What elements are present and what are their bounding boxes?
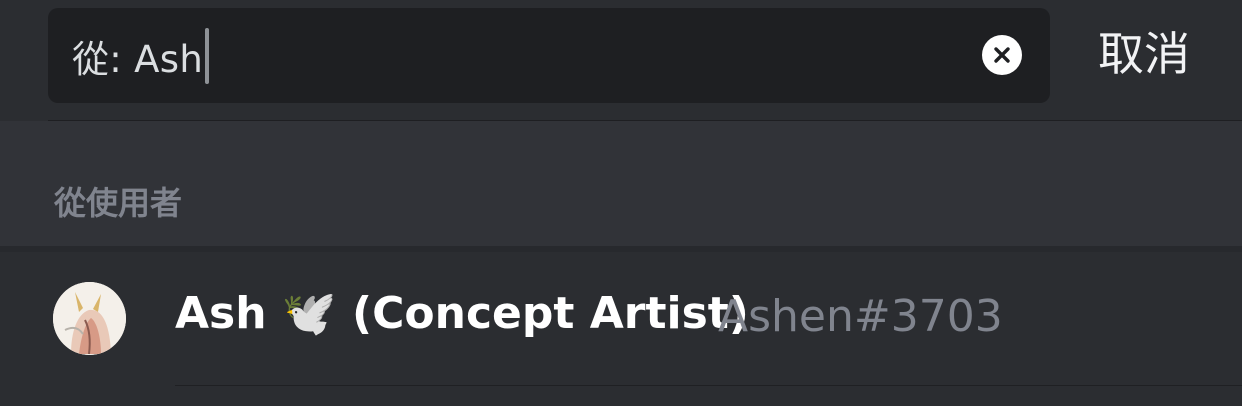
search-input-value: 從: Ash [72, 27, 210, 84]
cancel-button[interactable]: 取消 [1098, 24, 1190, 84]
search-header: 從: Ash 取消 [0, 0, 1242, 120]
search-input[interactable]: 從: Ash [48, 8, 1050, 103]
row-divider [175, 385, 1242, 386]
close-icon [994, 47, 1010, 63]
clear-search-button[interactable] [982, 35, 1022, 75]
user-display-name: Ash 🕊️ (Concept Artist) [175, 288, 749, 339]
avatar [53, 282, 126, 355]
section-header [0, 121, 1242, 246]
user-avatar-image [53, 282, 126, 355]
user-tag: Ashen#3703 [718, 291, 1003, 342]
section-title: 從使用者 [54, 184, 183, 222]
search-query-text: 從: Ash [72, 37, 204, 81]
user-result-row[interactable]: Ash 🕊️ (Concept Artist) Ashen#3703 [0, 252, 1242, 386]
text-caret [205, 27, 210, 84]
